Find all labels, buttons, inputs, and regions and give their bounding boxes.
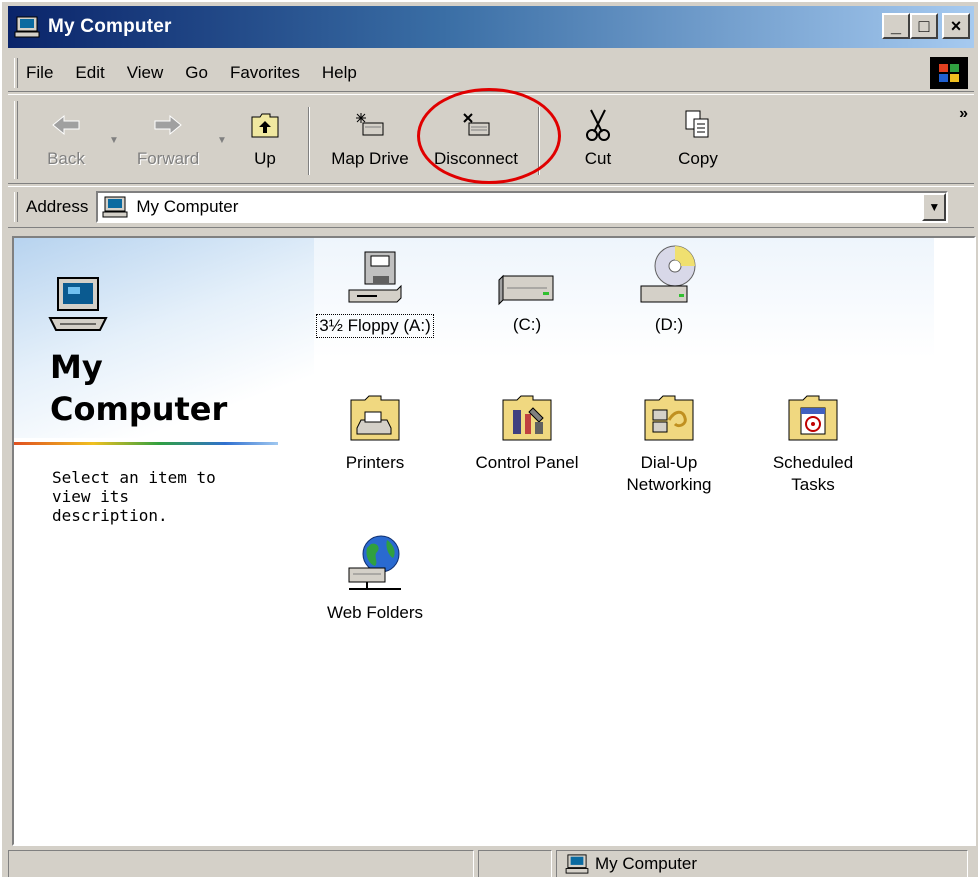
sidebar-title-line1: My — [50, 348, 103, 386]
scheduled-label-line2: Tasks — [791, 475, 835, 494]
toolbar-grip[interactable] — [14, 101, 18, 179]
status-pane-middle — [478, 850, 552, 877]
printers-item[interactable]: Printers — [300, 382, 450, 474]
cut-button[interactable]: Cut — [548, 95, 648, 179]
scheduled-tasks-item[interactable]: Scheduled Tasks — [738, 382, 888, 496]
copy-label: Copy — [678, 149, 718, 168]
maximize-icon: □ — [918, 15, 930, 36]
menu-view[interactable]: View — [127, 63, 164, 83]
web-folders-icon — [345, 532, 405, 594]
dialup-label-line1: Dial-Up — [640, 453, 698, 472]
title-bar[interactable]: My Computer _ □ × — [8, 6, 974, 48]
back-dropdown-icon[interactable]: ▼ — [106, 135, 122, 146]
address-dropdown-button[interactable]: ▼ — [922, 193, 947, 221]
window-title: My Computer — [48, 16, 172, 37]
floppy-drive-icon — [345, 244, 405, 306]
menu-grip[interactable] — [14, 57, 18, 88]
toolbar-more-icon[interactable]: » — [959, 105, 968, 123]
printers-folder-icon — [345, 382, 405, 444]
forward-arrow-icon — [148, 105, 188, 145]
d-drive-item[interactable]: (D:) — [594, 244, 744, 336]
sidebar-description: Select an item to view its description. — [52, 468, 216, 525]
menu-file[interactable]: File — [26, 63, 53, 83]
scheduled-tasks-folder-icon — [783, 382, 843, 444]
address-label: Address — [26, 197, 89, 216]
back-button[interactable]: Back — [26, 95, 106, 179]
forward-button[interactable]: Forward — [122, 95, 214, 179]
copy-button[interactable]: Copy — [648, 95, 748, 179]
my-computer-large-icon — [48, 277, 108, 331]
close-icon: × — [950, 15, 962, 36]
maximize-button[interactable]: □ — [910, 13, 938, 39]
computer-icon — [565, 854, 589, 874]
scheduled-tasks-label: Scheduled Tasks — [771, 452, 855, 496]
back-label: Back — [47, 149, 85, 168]
address-value: My Computer — [136, 197, 239, 216]
printers-label: Printers — [345, 453, 405, 472]
up-button[interactable]: Up — [230, 95, 300, 179]
floppy-drive-label: 3½ Floppy (A:) — [316, 314, 434, 338]
dialup-networking-item[interactable]: Dial-Up Networking — [594, 382, 744, 496]
forward-dropdown-icon[interactable]: ▼ — [214, 135, 230, 146]
windows-logo-icon — [930, 57, 968, 89]
copy-icon — [678, 105, 718, 145]
cd-rom-drive-icon — [639, 244, 699, 306]
status-pane-location: My Computer — [556, 850, 968, 877]
control-panel-item[interactable]: Control Panel — [452, 382, 602, 474]
address-bar: Address My Computer ▼ — [8, 186, 974, 228]
address-grip[interactable] — [14, 192, 18, 222]
chevron-down-icon: ▼ — [928, 200, 941, 214]
cut-label: Cut — [584, 149, 612, 168]
computer-icon — [102, 196, 128, 218]
dialup-networking-folder-icon — [639, 382, 699, 444]
c-drive-label: (C:) — [512, 315, 542, 334]
floppy-drive-item[interactable]: 3½ Floppy (A:) — [300, 244, 450, 338]
hard-drive-icon — [497, 244, 557, 306]
map-drive-label: Map Drive — [331, 149, 409, 168]
up-label: Up — [254, 149, 276, 168]
control-panel-folder-icon — [497, 382, 557, 444]
menu-favorites[interactable]: Favorites — [230, 63, 300, 83]
menu-edit[interactable]: Edit — [75, 63, 104, 83]
sidebar-divider — [14, 442, 278, 445]
address-input[interactable]: My Computer ▼ — [96, 191, 949, 223]
forward-label: Forward — [136, 149, 200, 168]
web-folders-label: Web Folders — [326, 603, 424, 622]
map-network-drive-icon — [350, 105, 390, 145]
dialup-networking-label: Dial-Up Networking — [624, 452, 713, 496]
status-pane-left — [8, 850, 474, 877]
computer-icon — [14, 16, 40, 38]
minimize-icon: _ — [890, 15, 901, 36]
web-folders-item[interactable]: Web Folders — [300, 532, 450, 624]
back-arrow-icon — [46, 105, 86, 145]
sidebar-title: My Computer — [50, 346, 227, 430]
annotation-circle — [417, 88, 561, 184]
menu-help[interactable]: Help — [322, 63, 357, 83]
menu-bar: File Edit View Go Favorites Help — [8, 54, 974, 92]
toolbar-separator — [308, 107, 310, 175]
folder-up-icon — [245, 105, 285, 145]
minimize-button[interactable]: _ — [882, 13, 910, 39]
status-bar: My Computer — [8, 850, 976, 877]
dialup-label-line2: Networking — [626, 475, 712, 494]
control-panel-label: Control Panel — [475, 453, 579, 472]
folder-view: My Computer Select an item to view its d… — [12, 236, 976, 846]
scissors-icon — [578, 105, 618, 145]
menu-go[interactable]: Go — [185, 63, 208, 83]
close-button[interactable]: × — [942, 13, 970, 39]
c-drive-item[interactable]: (C:) — [452, 244, 602, 336]
d-drive-label: (D:) — [654, 315, 684, 334]
my-computer-window: My Computer _ □ × File Edit View Go Favo… — [0, 0, 978, 877]
map-drive-button[interactable]: Map Drive — [318, 95, 422, 179]
sidebar-title-line2: Computer — [50, 390, 228, 428]
status-location-text: My Computer — [595, 854, 698, 873]
scheduled-label-line1: Scheduled — [772, 453, 854, 472]
